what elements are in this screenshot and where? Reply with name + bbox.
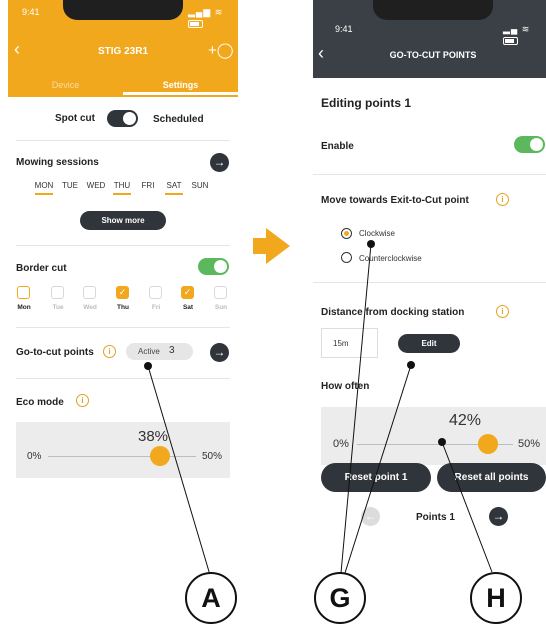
callout-a: A — [185, 572, 237, 624]
callout-line-a — [147, 365, 211, 576]
callout-line-g2 — [344, 364, 412, 574]
callout-dot-a — [144, 362, 152, 370]
callout-g: G — [314, 572, 366, 624]
callout-line-g1 — [340, 243, 372, 574]
callout-dot-h — [438, 438, 446, 446]
callout-lines — [147, 243, 493, 576]
callout-dot-g1 — [367, 240, 375, 248]
callout-dot-g2 — [407, 361, 415, 369]
callout-h: H — [470, 572, 522, 624]
callout-line-h — [441, 441, 493, 573]
